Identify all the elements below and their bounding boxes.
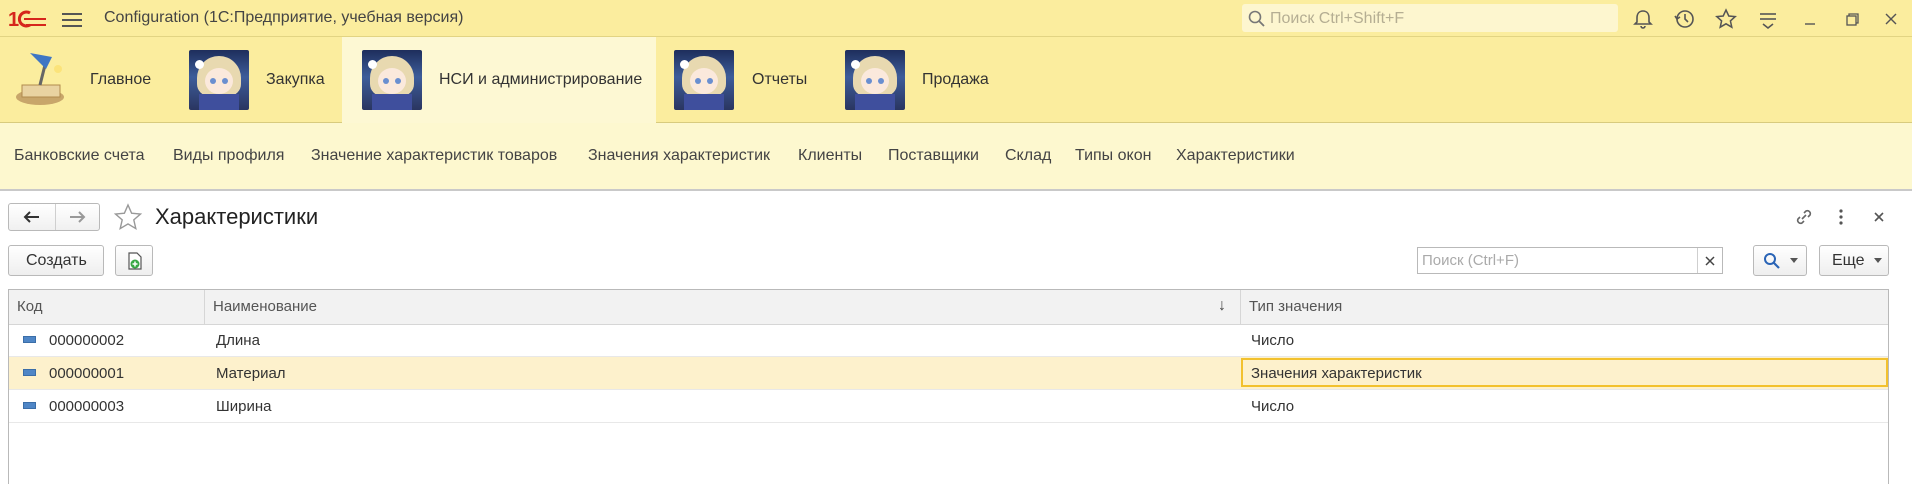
anime-avatar: [362, 50, 422, 110]
nav-link-characteristic-values[interactable]: Значения характеристик: [588, 147, 770, 165]
cell-code: 000000001: [49, 365, 125, 382]
list-search-input[interactable]: Поиск (Ctrl+F): [1417, 247, 1723, 274]
search-icon: [1248, 10, 1265, 27]
link-icon[interactable]: [1793, 206, 1815, 228]
section-nsi-admin[interactable]: НСИ и администрирование: [342, 37, 656, 123]
create-button[interactable]: Создать: [8, 245, 104, 276]
column-header-name[interactable]: Наименование ↓: [205, 290, 1241, 324]
cell-name: Материал: [216, 365, 286, 382]
add-to-favorites-star-icon[interactable]: [112, 203, 144, 233]
section-label: Отчеты: [752, 71, 808, 88]
cell-name: Длина: [216, 332, 260, 349]
anime-avatar: [189, 50, 249, 110]
1c-logo-icon[interactable]: 1: [8, 9, 48, 29]
minimize-icon[interactable]: [1797, 6, 1823, 32]
desk-lamp-icon: [16, 53, 64, 105]
sort-descending-icon: ↓: [1218, 297, 1226, 314]
chevron-down-icon: [1874, 258, 1882, 263]
chevron-down-icon: [1790, 258, 1798, 263]
table-row[interactable]: 000000002 Длина Число: [9, 324, 1888, 357]
nav-link-suppliers[interactable]: Поставщики: [888, 147, 979, 165]
section-navigation: Банковские счета Виды профиля Значение х…: [0, 123, 1912, 191]
list-search-placeholder: Поиск (Ctrl+F): [1422, 252, 1519, 269]
section-label: НСИ и администрирование: [439, 71, 643, 88]
global-search-placeholder: Поиск Ctrl+Shift+F: [1270, 10, 1405, 27]
bell-icon[interactable]: [1630, 6, 1656, 32]
search-options-button[interactable]: [1753, 245, 1807, 276]
section-label: Главное: [90, 71, 152, 88]
section-label: Закупка: [266, 71, 325, 88]
catalog-item-icon: [23, 369, 36, 376]
cell-value-type[interactable]: Значения характеристик: [1251, 365, 1422, 382]
catalog-item-icon: [23, 402, 36, 409]
create-button-label: Создать: [26, 252, 87, 269]
characteristics-table: Код Наименование ↓ Тип значения 00000000…: [8, 289, 1889, 484]
nav-link-profile-types[interactable]: Виды профиля: [173, 147, 284, 165]
main-menu-icon[interactable]: [62, 10, 82, 28]
section-main[interactable]: Главное: [0, 37, 170, 123]
table-row-selected[interactable]: 000000001 Материал Значения характеристи…: [9, 357, 1888, 390]
section-sales[interactable]: Продажа: [830, 37, 1010, 123]
section-purchase[interactable]: Закупка: [170, 37, 340, 123]
nav-link-clients[interactable]: Клиенты: [798, 147, 862, 165]
clear-search-icon[interactable]: [1697, 248, 1722, 273]
section-reports[interactable]: Отчеты: [660, 37, 830, 123]
column-header-code[interactable]: Код: [9, 290, 205, 324]
cell-name: Ширина: [216, 398, 272, 415]
form-title: Характеристики: [155, 204, 319, 229]
close-window-icon[interactable]: [1878, 6, 1904, 32]
favorites-star-icon[interactable]: [1713, 6, 1739, 32]
history-icon[interactable]: [1672, 6, 1698, 32]
back-arrow-icon[interactable]: [9, 204, 55, 230]
cell-code: 000000003: [49, 398, 125, 415]
global-search-input[interactable]: Поиск Ctrl+Shift+F: [1242, 4, 1618, 32]
svg-text:1: 1: [8, 9, 19, 29]
more-actions-label: Еще: [1832, 252, 1865, 269]
cell-code: 000000002: [49, 332, 125, 349]
cell-value-type: Число: [1251, 332, 1295, 349]
column-header-value-type[interactable]: Тип значения: [1241, 290, 1889, 324]
section-label: Продажа: [922, 71, 989, 88]
more-actions-button[interactable]: Еще: [1819, 245, 1889, 276]
table-header: Код Наименование ↓ Тип значения: [9, 290, 1888, 325]
window-title: Configuration (1С:Предприятие, учебная в…: [104, 9, 464, 26]
forward-arrow-icon[interactable]: [56, 204, 102, 230]
nav-link-warehouse[interactable]: Склад: [1005, 147, 1051, 165]
title-bar: 1 Configuration (1С:Предприятие, учебная…: [0, 0, 1912, 37]
menu-lines-icon[interactable]: [1755, 6, 1781, 32]
search-icon: [1764, 253, 1780, 269]
table-row[interactable]: 000000003 Ширина Число: [9, 390, 1888, 423]
catalog-item-icon: [23, 336, 36, 343]
nav-link-bank-accounts[interactable]: Банковские счета: [14, 147, 144, 165]
restore-icon[interactable]: [1839, 6, 1865, 32]
history-nav-buttons: [8, 203, 100, 231]
anime-avatar: [674, 50, 734, 110]
nav-link-window-types[interactable]: Типы окон: [1075, 147, 1151, 165]
anime-avatar: [845, 50, 905, 110]
close-form-icon[interactable]: [1868, 206, 1890, 228]
copy-create-button[interactable]: [115, 245, 153, 276]
nav-link-product-characteristic-values[interactable]: Значение характеристик товаров: [311, 147, 557, 165]
nav-link-characteristics[interactable]: Характеристики: [1176, 147, 1295, 165]
cell-value-type: Число: [1251, 398, 1295, 415]
more-vertical-icon[interactable]: [1830, 206, 1852, 228]
sections-panel: Главное Закупка НСИ и администрирование …: [0, 37, 1912, 123]
new-document-icon: [128, 252, 142, 270]
